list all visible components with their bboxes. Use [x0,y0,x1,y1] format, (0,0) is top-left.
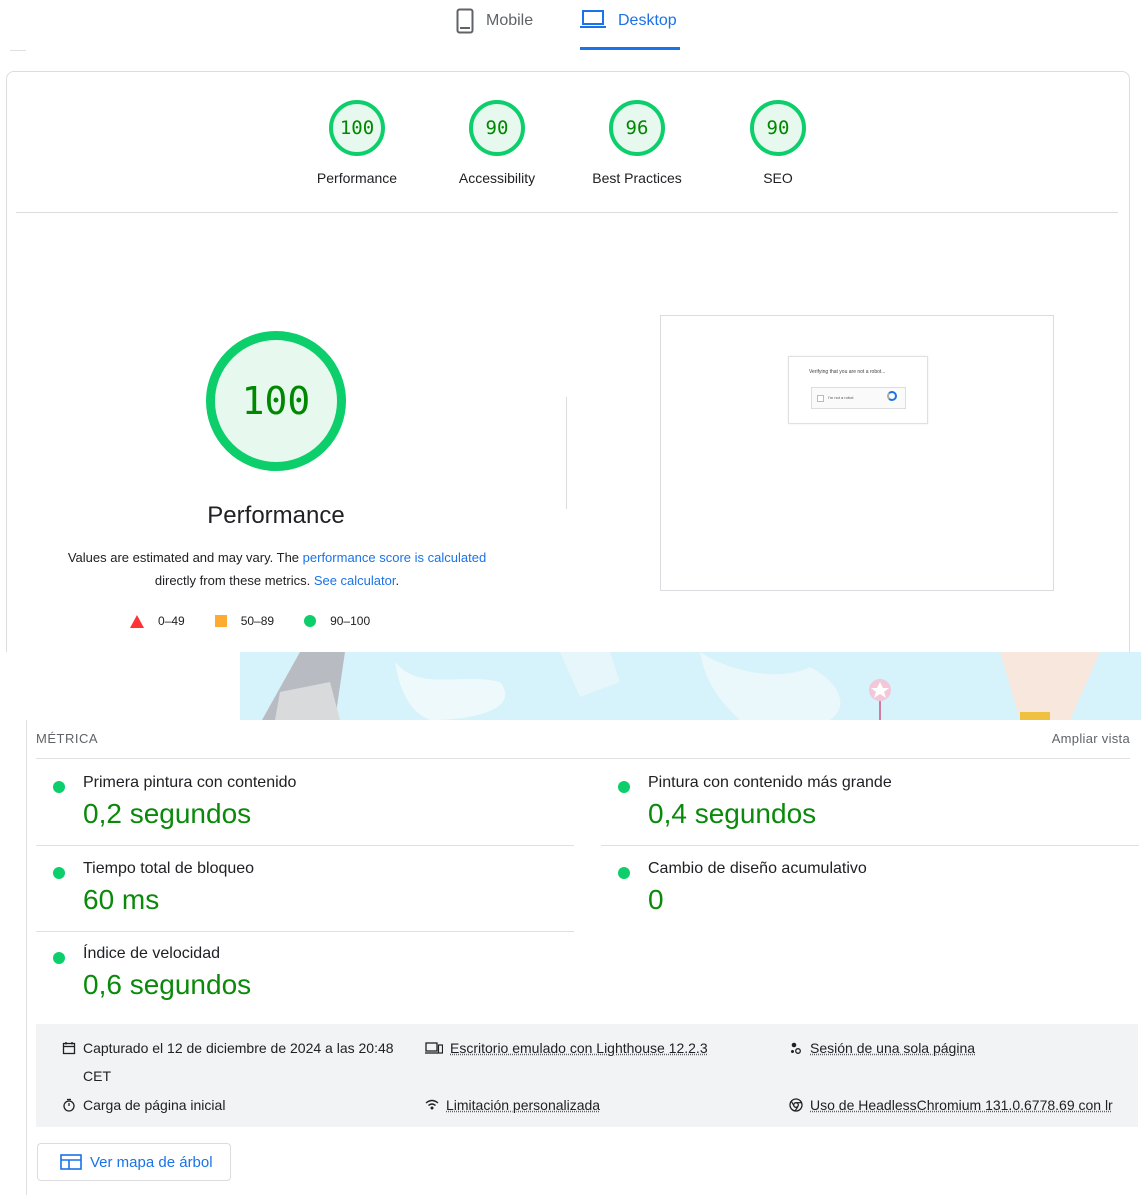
gauge-best-practices[interactable]: 96 Best Practices [582,100,692,186]
info-emulated[interactable]: Escritorio emulado con Lighthouse 12.2.3 [425,1034,708,1062]
score-legend: 0–49 50–89 90–100 [130,614,370,628]
device-tabs: Mobile Desktop [0,0,1141,60]
metric-speed-index: Índice de velocidad 0,6 segundos [36,931,574,1017]
metric-fcp: Primera pintura con contenido 0,2 segund… [36,760,574,846]
view-treemap-label: Ver mapa de árbol [90,1153,213,1171]
legend-range: 0–49 [158,614,185,628]
network-icon [425,1099,439,1110]
info-load: Carga de página inicial [62,1091,225,1119]
info-captured: Capturado el 12 de diciembre de 2024 a l… [62,1034,402,1090]
phone-icon [456,8,474,34]
gauge-score: 90 [750,100,806,156]
captcha-title: Verifying that you are not a robot... [809,369,886,375]
gauge-score: 96 [609,100,665,156]
map-banner [0,652,1141,720]
recaptcha-icon [887,391,897,401]
tab-mobile-label: Mobile [486,12,534,29]
pass-icon [618,781,630,793]
chrome-icon [789,1098,803,1112]
emulated-text: Escritorio emulado con Lighthouse 12.2.3 [450,1040,708,1056]
square-icon [214,615,227,627]
captured-text: Capturado el 12 de diciembre de 2024 a l… [83,1040,394,1056]
pass-icon [618,867,630,879]
gauge-score: 100 [329,100,385,156]
metric-cls: Cambio de diseño acumulativo 0 [601,846,1139,932]
throttling-text: Limitación personalizada [446,1097,601,1113]
triangle-icon [130,614,144,628]
metric-value: 0 [648,884,664,915]
stopwatch-icon [63,1098,75,1112]
pass-icon [53,952,65,964]
gauges-divider [16,212,1118,213]
legend-average: 50–89 [214,614,275,628]
metric-value: 0,6 segundos [83,969,252,1000]
score-calculated-link[interactable]: performance score is calculated [303,550,487,565]
run-info-box: Capturado el 12 de diciembre de 2024 a l… [36,1024,1138,1127]
captcha-widget: Verifying that you are not a robot... I'… [788,356,928,424]
tab-desktop-label: Desktop [618,12,677,29]
info-session[interactable]: Sesión de una sola página [789,1034,975,1062]
metric-value: 0,2 segundos [83,798,252,829]
desc-text: . [395,573,400,588]
legend-pass: 90–100 [304,614,370,628]
legend-range: 90–100 [330,614,371,628]
world-map-image [240,652,1141,720]
captured-timezone: CET [83,1068,111,1084]
divider [10,50,26,51]
final-screenshot[interactable]: Verifying that you are not a robot... I'… [660,315,1054,591]
gauge-accessibility[interactable]: 90 Accessibility [442,100,552,186]
desc-text: Values are estimated and may vary. The [67,550,303,565]
performance-score-gauge: 100 [206,331,346,471]
legend-range: 50–89 [240,614,275,628]
metric-name: Cambio de diseño acumulativo [648,860,867,877]
metric-lcp: Pintura con contenido más grande 0,4 seg… [601,760,1139,846]
view-treemap-button[interactable]: Ver mapa de árbol [37,1143,231,1181]
treemap-icon [60,1154,82,1170]
gauge-seo[interactable]: 90 SEO [723,100,833,186]
metric-value: 0,4 segundos [648,798,817,829]
gauge-score: 90 [469,100,525,156]
session-icon [791,1042,801,1054]
calendar-icon [62,1042,76,1055]
desktop-device-icon [425,1042,443,1054]
vertical-divider [566,397,567,509]
captcha-box: I'm not a robot [811,387,906,409]
metric-name: Índice de velocidad [83,945,220,962]
laptop-icon [580,10,606,28]
circle-icon [304,615,317,627]
captcha-checkbox [817,395,824,402]
see-calculator-link[interactable]: See calculator [314,573,396,588]
tab-desktop[interactable]: Desktop [580,8,680,50]
pass-icon [53,781,65,793]
gauge-label: Best Practices [592,170,682,186]
load-text: Carga de página inicial [83,1097,226,1113]
metrics-title: MÉTRICA [36,731,98,746]
expand-view-toggle[interactable]: Ampliar vista [1052,731,1130,746]
metric-tbt: Tiempo total de bloqueo 60 ms [36,846,574,932]
pass-icon [53,867,65,879]
metric-name: Primera pintura con contenido [83,774,297,791]
performance-title: Performance [207,502,345,529]
left-rule [26,720,27,1195]
metric-name: Pintura con contenido más grande [648,774,892,791]
captcha-checkbox-label: I'm not a robot [828,395,854,400]
gauge-label: Accessibility [458,170,536,186]
performance-description: Values are estimated and may vary. The p… [40,546,514,592]
metric-name: Tiempo total de bloqueo [83,860,255,877]
desc-text: directly from these metrics. [154,573,314,588]
info-browser[interactable]: Uso de HeadlessChromium 131.0.6778.69 co… [789,1091,1113,1119]
info-throttling[interactable]: Limitación personalizada [425,1091,600,1119]
metric-value: 60 ms [83,884,160,915]
legend-fail: 0–49 [130,614,185,628]
gauge-label: SEO [763,170,793,186]
tab-mobile[interactable]: Mobile [456,8,533,50]
session-text: Sesión de una sola página [810,1040,976,1056]
browser-text: Uso de HeadlessChromium 131.0.6778.69 co… [810,1097,1113,1113]
gauge-performance[interactable]: 100 Performance [302,100,412,186]
metrics-header: MÉTRICA Ampliar vista [36,731,1130,759]
gauge-label: Performance [316,170,398,186]
